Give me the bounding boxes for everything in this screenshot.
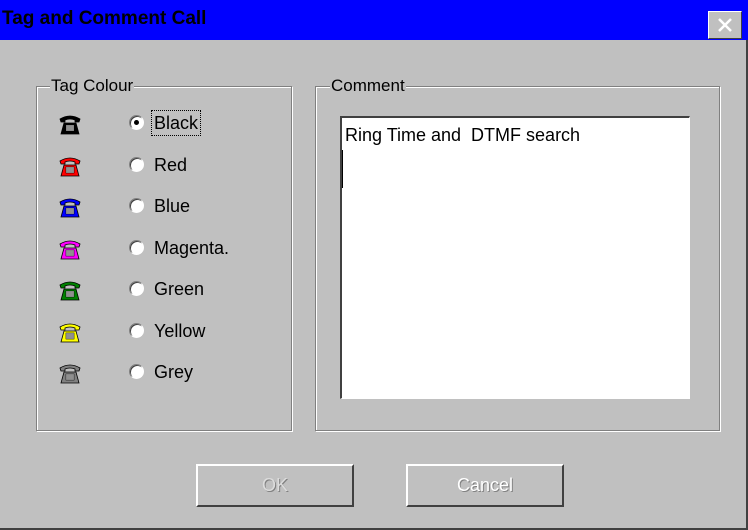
ok-button[interactable]: OK (196, 464, 354, 507)
telephone-icon (59, 157, 81, 176)
close-button[interactable] (708, 11, 742, 39)
telephone-icon (59, 281, 81, 301)
option-label[interactable]: Grey (152, 360, 195, 384)
radio-button[interactable] (129, 156, 144, 172)
option-label[interactable]: Green (152, 277, 206, 301)
tag-colour-option-yellow[interactable]: Yellow (37, 317, 267, 347)
radio-selected-dot (134, 120, 139, 125)
radio-button[interactable] (129, 322, 144, 338)
option-label[interactable]: Blue (152, 194, 192, 218)
option-label[interactable]: Magenta. (152, 236, 231, 260)
telephone-icon (59, 323, 81, 342)
telephone-icon (59, 115, 81, 135)
cancel-button[interactable]: Cancel (406, 464, 564, 507)
tag-colour-group: Tag Colour Black Red Blue Magenta. Green Yell… (36, 75, 292, 431)
tag-colour-option-black[interactable]: Black (37, 109, 267, 139)
radio-button[interactable] (129, 198, 144, 213)
tag-colour-option-red[interactable]: Red (37, 151, 267, 181)
tag-colour-option-magenta[interactable]: Magenta. (37, 234, 267, 264)
radio-button[interactable] (129, 115, 144, 130)
text-caret (342, 150, 343, 188)
close-icon (718, 18, 732, 32)
title-bar[interactable]: Tag and Comment Call (0, 0, 748, 40)
tag-colour-option-blue[interactable]: Blue (37, 192, 267, 222)
option-label[interactable]: Red (152, 153, 189, 177)
tag-colour-option-grey[interactable]: Grey (37, 358, 267, 388)
window-title: Tag and Comment Call (2, 8, 207, 29)
option-label[interactable]: Black (150, 110, 202, 136)
radio-button[interactable] (129, 239, 144, 255)
comment-legend: Comment (330, 75, 406, 97)
telephone-icon (59, 198, 81, 218)
tag-and-comment-dialog: Tag and Comment Call Tag Colour Black Red… (0, 0, 748, 530)
tag-colour-option-green[interactable]: Green (37, 275, 267, 305)
telephone-icon (59, 240, 81, 259)
radio-button[interactable] (129, 364, 144, 379)
comment-textarea[interactable]: Ring Time and DTMF search (340, 116, 690, 399)
tag-colour-legend: Tag Colour (50, 75, 135, 97)
option-label[interactable]: Yellow (152, 319, 207, 343)
telephone-icon (59, 364, 81, 384)
radio-button[interactable] (129, 281, 144, 296)
